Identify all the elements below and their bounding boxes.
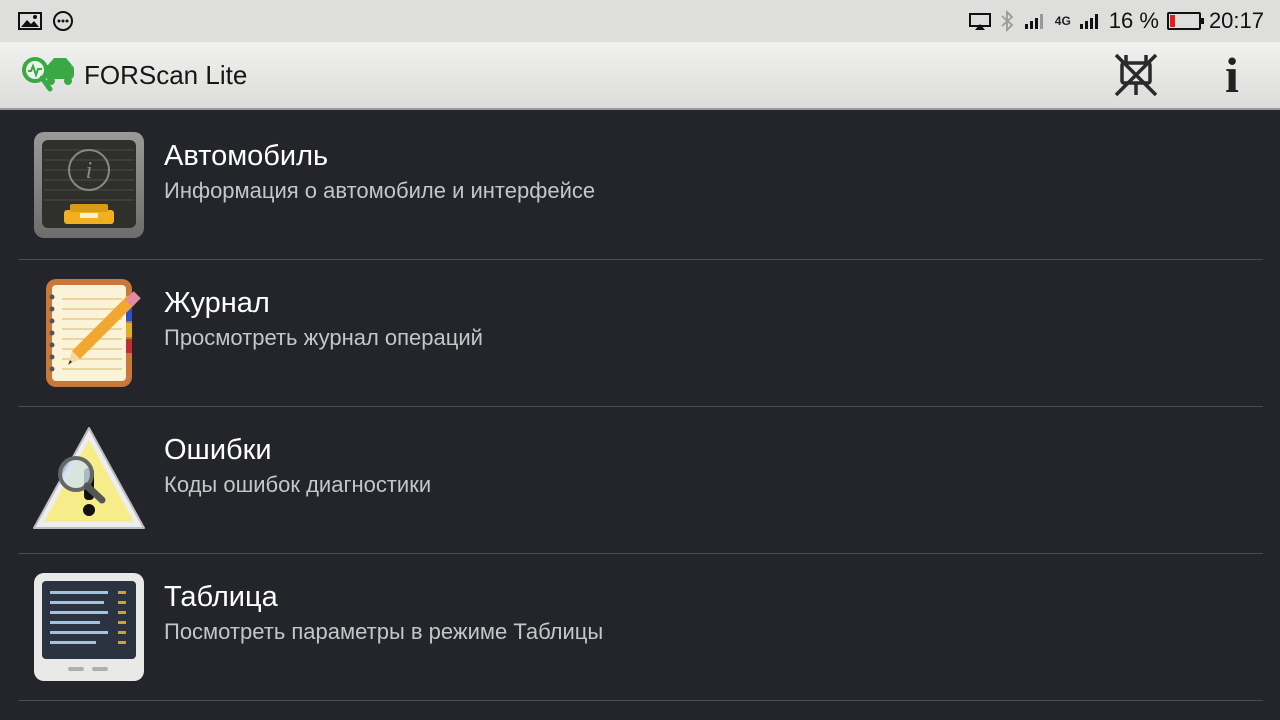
- info-button[interactable]: i: [1212, 47, 1252, 103]
- app-title: FORScan Lite: [84, 59, 248, 90]
- network-type-label: 4G: [1054, 14, 1071, 28]
- status-bar: 4G 16 % 20:17: [0, 0, 1280, 42]
- action-bar: FORScan Lite i: [0, 42, 1280, 110]
- menu-item-vehicle[interactable]: i Автомобиль Информация о автомобиле и и…: [18, 112, 1263, 260]
- item-subtitle: Посмотреть параметры в режиме Таблицы: [164, 619, 604, 644]
- cast-icon: [968, 13, 991, 30]
- notebook-pencil-icon: [46, 279, 141, 387]
- item-subtitle: Просмотреть журнал операций: [164, 325, 483, 350]
- menu-item-table[interactable]: Таблица Посмотреть параметры в режиме Та…: [18, 554, 1263, 701]
- item-title: Автомобиль: [164, 139, 329, 172]
- battery-icon: [1166, 12, 1204, 30]
- main-menu-list: i Автомобиль Информация о автомобиле и и…: [18, 112, 1263, 701]
- menu-item-errors[interactable]: Ошибки Коды ошибок диагностики: [18, 407, 1263, 554]
- clock: 20:17: [1208, 8, 1264, 33]
- info-icon: i: [1225, 47, 1239, 103]
- signal-4g-icon: [1079, 14, 1098, 29]
- disconnected-icon: [1114, 53, 1158, 97]
- bluetooth-icon: [1001, 10, 1014, 32]
- warning-magnifier-icon: [33, 427, 145, 529]
- image-notification-icon: [18, 12, 42, 30]
- item-title: Ошибки: [164, 434, 272, 466]
- monitor-table-icon: [34, 573, 144, 681]
- svg-text:i: i: [86, 158, 93, 184]
- item-subtitle: Информация о автомобиле и интерфейсе: [164, 177, 596, 203]
- vehicle-info-icon: i: [34, 131, 144, 238]
- more-notification-icon: [53, 11, 73, 31]
- forscan-logo-icon: [22, 57, 74, 92]
- item-subtitle: Коды ошибок диагностики: [164, 472, 432, 497]
- disconnect-button[interactable]: [1112, 51, 1160, 99]
- signal-icon: [1024, 14, 1043, 29]
- menu-item-journal[interactable]: Журнал Просмотреть журнал операций: [18, 260, 1263, 407]
- item-title: Журнал: [164, 287, 270, 319]
- item-title: Таблица: [164, 581, 278, 613]
- battery-percentage: 16 %: [1108, 8, 1159, 33]
